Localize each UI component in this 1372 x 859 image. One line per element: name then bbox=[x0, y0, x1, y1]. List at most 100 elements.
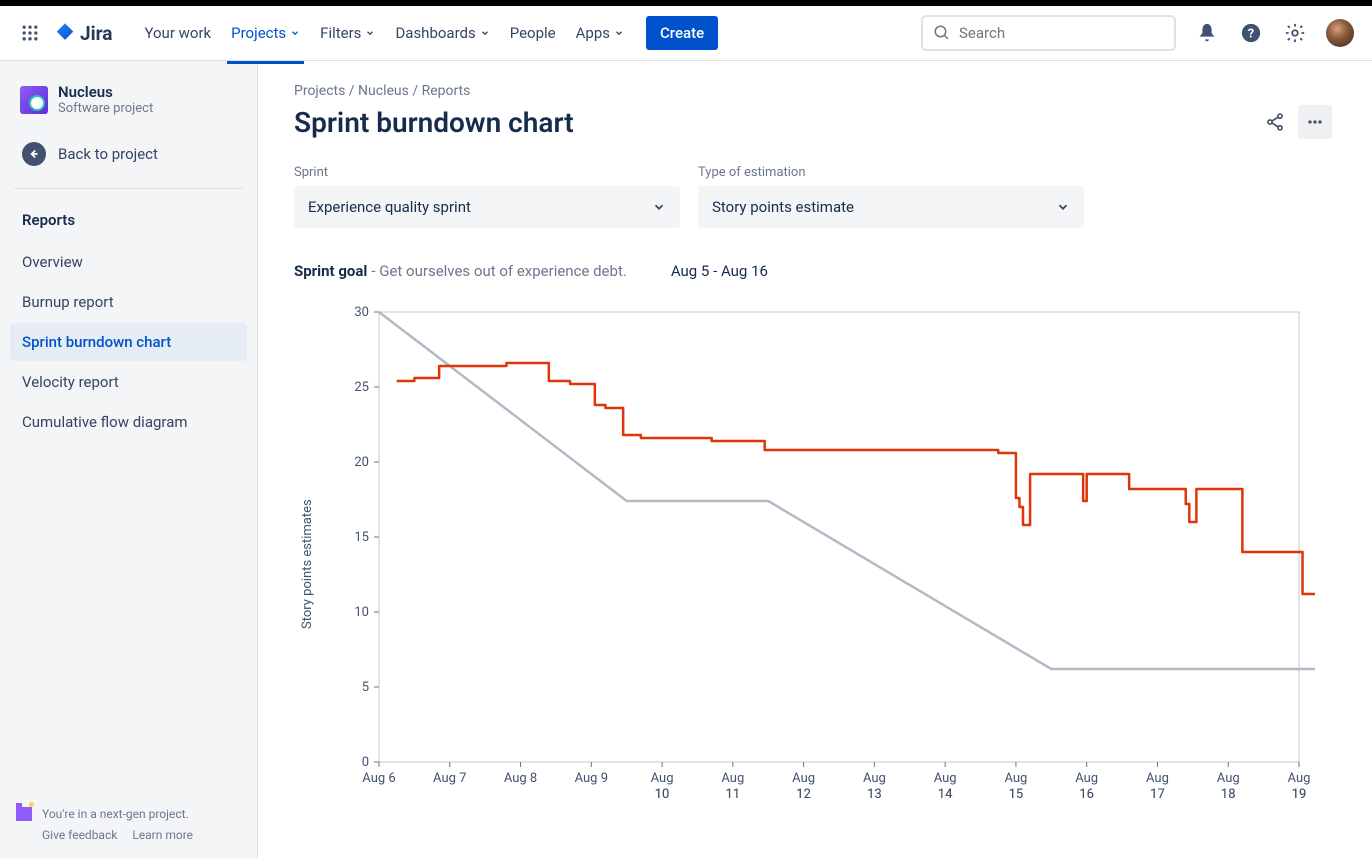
project-name: Nucleus bbox=[58, 83, 153, 101]
x-tick-label: 17 bbox=[1150, 787, 1165, 802]
sidebar: Nucleus Software project Back to project… bbox=[0, 61, 258, 859]
sidebar-heading: Reports bbox=[10, 205, 247, 235]
estimation-label: Type of estimation bbox=[698, 165, 1084, 180]
sprint-select[interactable]: Experience quality sprint bbox=[294, 186, 680, 228]
nav-item-people[interactable]: People bbox=[500, 18, 566, 48]
sidebar-item-cumulative-flow-diagram[interactable]: Cumulative flow diagram bbox=[10, 403, 247, 441]
series-remaining bbox=[397, 363, 1315, 594]
x-tick-label: Aug bbox=[792, 771, 815, 786]
nav-item-dashboards[interactable]: Dashboards bbox=[385, 18, 499, 48]
sprint-value: Experience quality sprint bbox=[308, 198, 471, 216]
x-tick-label: Aug 9 bbox=[575, 771, 608, 786]
nav-item-apps[interactable]: Apps bbox=[566, 18, 634, 48]
y-tick-label: 0 bbox=[362, 755, 369, 770]
sidebar-item-velocity-report[interactable]: Velocity report bbox=[10, 363, 247, 401]
y-tick-label: 15 bbox=[354, 530, 369, 545]
sidebar-item-overview[interactable]: Overview bbox=[10, 243, 247, 281]
x-tick-label: Aug bbox=[863, 771, 886, 786]
give-feedback-link[interactable]: Give feedback bbox=[42, 828, 117, 842]
create-button[interactable]: Create bbox=[646, 16, 718, 50]
x-tick-label: Aug bbox=[1288, 771, 1311, 786]
project-header[interactable]: Nucleus Software project bbox=[10, 79, 247, 120]
burndown-chart: Story points estimates 0 5 10 15 20 25 30 10 11 1… bbox=[294, 304, 1332, 824]
search-input-wrapper[interactable] bbox=[921, 15, 1176, 51]
x-tick-label: Aug bbox=[1004, 771, 1027, 786]
y-tick-label: 5 bbox=[362, 680, 369, 695]
chevron-down-icon bbox=[480, 28, 490, 38]
y-tick-label: 10 bbox=[354, 605, 369, 620]
back-to-project[interactable]: Back to project bbox=[10, 134, 247, 174]
y-tick-label: 20 bbox=[354, 455, 369, 470]
x-tick-label: Aug 8 bbox=[504, 771, 537, 786]
x-tick-label: 14 bbox=[938, 787, 953, 802]
x-tick-label: Aug bbox=[721, 771, 744, 786]
nav-item-label: Projects bbox=[231, 24, 286, 42]
y-tick-label: 25 bbox=[354, 380, 369, 395]
x-tick-label: Aug 7 bbox=[433, 771, 466, 786]
top-navigation: Jira Your work Projects Filters Dashboards P… bbox=[0, 6, 1372, 61]
chevron-down-icon bbox=[652, 200, 666, 214]
nav-item-label: Filters bbox=[320, 24, 361, 42]
x-tick-label: Aug bbox=[1217, 771, 1240, 786]
nav-item-projects[interactable]: Projects bbox=[221, 18, 310, 48]
nav-item-label: Your work bbox=[144, 24, 211, 42]
user-avatar[interactable] bbox=[1326, 19, 1354, 47]
search-icon bbox=[933, 24, 951, 42]
sidebar-item-sprint-burndown-chart[interactable]: Sprint burndown chart bbox=[10, 323, 247, 361]
sprint-goal-label: Sprint goal bbox=[294, 262, 367, 280]
x-tick-label: 11 bbox=[726, 787, 741, 802]
app-switcher-icon[interactable] bbox=[18, 21, 42, 45]
settings-gear-icon[interactable] bbox=[1282, 20, 1308, 46]
nav-item-label: People bbox=[510, 24, 556, 42]
nav-item-filters[interactable]: Filters bbox=[310, 18, 385, 48]
chart-svg: 0 5 10 15 20 25 30 10 11 12 13 14 15 16 17 18 19 Aug 6 Aug… bbox=[315, 304, 1315, 824]
x-tick-label: Aug bbox=[934, 771, 957, 786]
x-tick-label: 12 bbox=[796, 787, 811, 802]
sprint-label: Sprint bbox=[294, 165, 680, 180]
page-title: Sprint burndown chart bbox=[294, 106, 574, 139]
nav-item-your-work[interactable]: Your work bbox=[134, 18, 221, 48]
x-tick-label: 18 bbox=[1221, 787, 1236, 802]
x-tick-label: Aug bbox=[1146, 771, 1169, 786]
y-tick-label: 30 bbox=[354, 305, 369, 320]
x-tick-label: 16 bbox=[1079, 787, 1094, 802]
x-tick-label: 15 bbox=[1009, 787, 1024, 802]
divider bbox=[14, 188, 243, 189]
share-icon[interactable] bbox=[1258, 105, 1292, 139]
x-tick-label: 10 bbox=[655, 787, 670, 802]
footer-message: You're in a next-gen project. bbox=[42, 805, 205, 824]
sidebar-item-burnup-report[interactable]: Burnup report bbox=[10, 283, 247, 321]
series-guideline bbox=[379, 312, 1315, 669]
estimation-select[interactable]: Story points estimate bbox=[698, 186, 1084, 228]
chevron-down-icon bbox=[365, 28, 375, 38]
main-content: Projects / Nucleus / Reports Sprint burn… bbox=[258, 61, 1372, 859]
sidebar-footer: You're in a next-gen project. Give feedb… bbox=[10, 799, 247, 847]
x-tick-label: Aug bbox=[651, 771, 674, 786]
learn-more-link[interactable]: Learn more bbox=[132, 828, 193, 842]
nav-item-label: Apps bbox=[576, 24, 610, 42]
next-gen-icon bbox=[16, 807, 32, 821]
project-subtitle: Software project bbox=[58, 101, 153, 116]
estimation-value: Story points estimate bbox=[712, 198, 854, 216]
nav-item-label: Dashboards bbox=[395, 24, 475, 42]
product-name: Jira bbox=[80, 22, 112, 45]
x-tick-label: Aug 6 bbox=[362, 771, 395, 786]
project-icon bbox=[20, 86, 48, 114]
back-label: Back to project bbox=[58, 145, 158, 163]
help-icon[interactable]: ? bbox=[1238, 20, 1264, 46]
x-tick-label: 13 bbox=[867, 787, 882, 802]
more-actions-icon[interactable] bbox=[1298, 105, 1332, 139]
jira-logo[interactable]: Jira bbox=[54, 22, 112, 45]
x-tick-label: 19 bbox=[1292, 787, 1307, 802]
x-tick-label: Aug bbox=[1075, 771, 1098, 786]
notifications-icon[interactable] bbox=[1194, 20, 1220, 46]
sprint-goal-text: - Get ourselves out of experience debt. bbox=[371, 262, 626, 280]
back-arrow-icon bbox=[22, 142, 46, 166]
breadcrumb[interactable]: Projects / Nucleus / Reports bbox=[294, 83, 1332, 99]
chevron-down-icon bbox=[1056, 200, 1070, 214]
chevron-down-icon bbox=[290, 28, 300, 38]
search-input[interactable] bbox=[959, 24, 1164, 42]
svg-text:?: ? bbox=[1248, 27, 1254, 42]
y-axis-label: Story points estimates bbox=[294, 304, 315, 824]
sprint-date-range: Aug 5 - Aug 16 bbox=[671, 262, 768, 280]
